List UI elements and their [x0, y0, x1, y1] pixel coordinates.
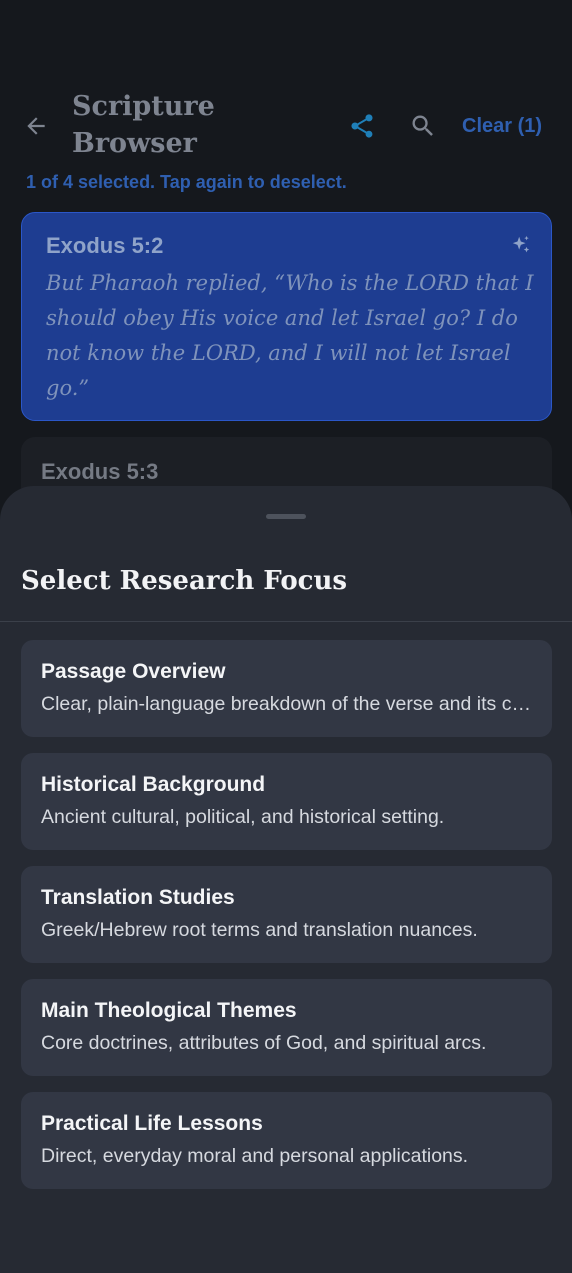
back-button[interactable]	[20, 110, 52, 142]
research-focus-bottom-sheet: Select Research Focus Passage Overview C…	[0, 486, 572, 1273]
option-title: Passage Overview	[41, 660, 226, 683]
share-icon	[351, 114, 373, 138]
app-bar: Scripture Browser Clear (1)	[0, 88, 572, 164]
verse-text: But Pharaoh replied, “Who is the LORD th…	[46, 271, 534, 400]
option-description: Core doctrines, attributes of God, and s…	[41, 1032, 487, 1054]
page-title: Scripture Browser	[72, 91, 215, 159]
option-practical-life-lessons[interactable]: Practical Life Lessons Direct, everyday …	[21, 1092, 552, 1189]
sparkle-icon	[512, 235, 530, 253]
drag-handle[interactable]	[266, 514, 306, 519]
share-button[interactable]	[344, 108, 380, 144]
divider	[0, 621, 572, 622]
option-title: Main Theological Themes	[41, 999, 297, 1022]
verse-reference: Exodus 5:3	[41, 459, 159, 484]
verse-card-selected[interactable]: Exodus 5:2 But Pharaoh replied, “Who is …	[21, 212, 552, 421]
option-title: Practical Life Lessons	[41, 1112, 263, 1135]
search-icon	[412, 115, 433, 136]
option-translation-studies[interactable]: Translation Studies Greek/Hebrew root te…	[21, 866, 552, 963]
option-description: Direct, everyday moral and personal appl…	[41, 1145, 469, 1167]
search-button[interactable]	[405, 108, 441, 144]
option-title: Historical Background	[41, 773, 266, 796]
sheet-title: Select Research Focus	[21, 566, 348, 596]
option-title: Translation Studies	[41, 886, 235, 909]
option-passage-overview[interactable]: Passage Overview Clear, plain-language b…	[21, 640, 552, 737]
option-main-theological-themes[interactable]: Main Theological Themes Core doctrines, …	[21, 979, 552, 1076]
ai-insight-button[interactable]	[509, 233, 533, 257]
option-description: Clear, plain-language breakdown of the v…	[41, 693, 531, 715]
option-historical-background[interactable]: Historical Background Ancient cultural, …	[21, 753, 552, 850]
clear-selection-button[interactable]: Clear (1)	[462, 112, 562, 140]
verse-reference: Exodus 5:2	[46, 233, 164, 258]
option-description: Greek/Hebrew root terms and translation …	[41, 919, 478, 941]
arrow-back-icon	[27, 117, 45, 135]
option-description: Ancient cultural, political, and histori…	[41, 806, 445, 828]
selection-hint: 1 of 4 selected. Tap again to deselect.	[26, 172, 347, 192]
